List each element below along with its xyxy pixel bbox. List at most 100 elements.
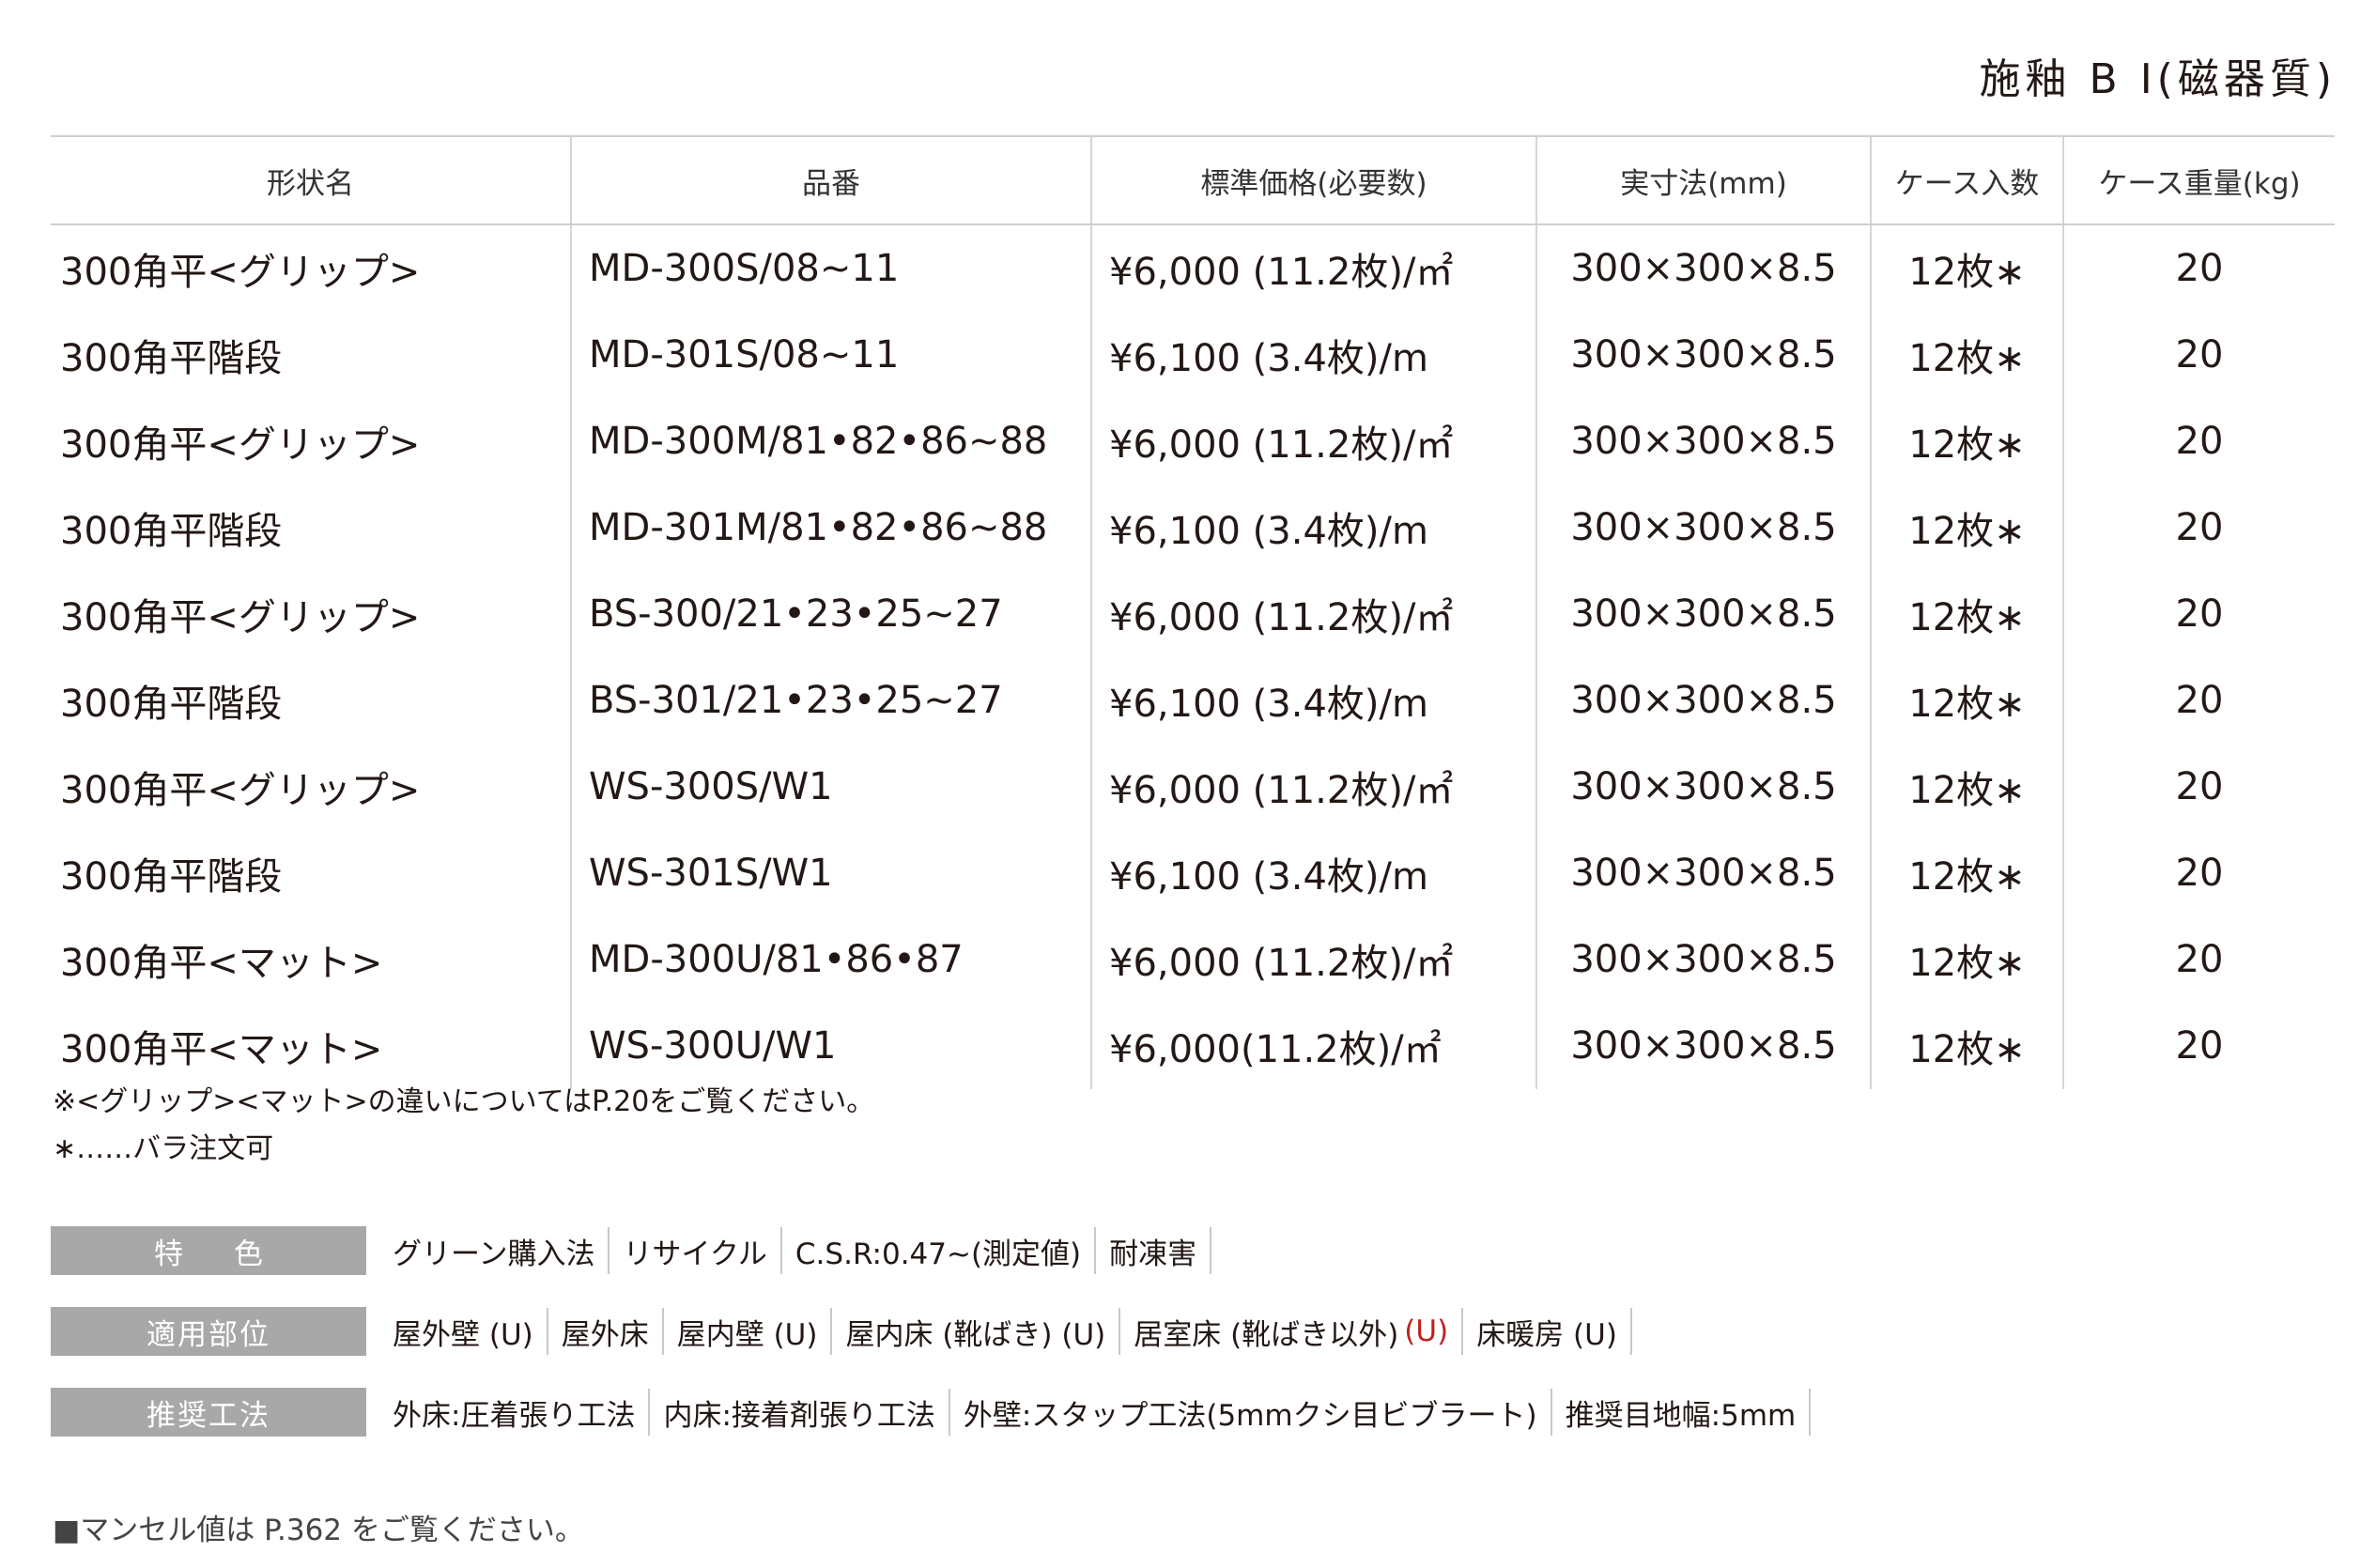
cell-product-code: MD-301S/08~11	[570, 312, 1091, 398]
col-header-case-qty: ケース入数	[1870, 135, 2063, 225]
col-header-shape-name: 形状名	[51, 135, 571, 225]
cell-product-code: WS-301S/W1	[570, 830, 1091, 916]
cell-case-qty: 12枚∗	[1870, 1003, 2063, 1089]
cell-case-weight: 20	[2062, 657, 2335, 744]
method-item: 内床:接着剤張り工法	[650, 1389, 950, 1436]
application-item: 屋内床 (靴ばき) (U)	[832, 1308, 1121, 1355]
methods-row: 推奨工法 外床:圧着張り工法 内床:接着剤張り工法 外壁:スタップ工法(5mmク…	[51, 1388, 1812, 1437]
cell-shape-name: 300角平階段	[60, 337, 283, 380]
cell-case-weight: 20	[2062, 916, 2335, 1003]
table-header-row: 形状名 品番 標準価格(必要数) 実寸法(mm) ケース入数 ケース重量(kg)	[51, 135, 2335, 225]
cell-shape-name: 300角平<グリップ>	[60, 251, 421, 294]
cell-case-qty: 12枚∗	[1870, 657, 2063, 744]
cell-product-code: MD-301M/81•82•86~88	[570, 484, 1091, 571]
cell-shape-name: 300角平<マット>	[60, 1028, 383, 1071]
cell-case-qty: 12枚∗	[1870, 744, 2063, 830]
cell-case-qty: 12枚∗	[1870, 312, 2063, 398]
application-item-residential-floor: 居室床 (靴ばき以外) (U)	[1120, 1308, 1464, 1355]
cell-product-code: MD-300S/08~11	[570, 224, 1091, 312]
col-header-size: 実寸法(mm)	[1535, 135, 1871, 225]
cell-size: 300×300×8.5	[1535, 398, 1871, 484]
col-header-product-code: 品番	[570, 135, 1091, 225]
cell-case-weight: 20	[2062, 830, 2335, 916]
feature-item: 耐凍害	[1096, 1227, 1212, 1274]
col-header-case-weight: ケース重量(kg)	[2062, 135, 2335, 225]
cell-case-weight: 20	[2062, 571, 2335, 657]
table-row: 300角平階段 MD-301M/81•82•86~88 ¥6,100 (3.4枚…	[51, 484, 2335, 571]
cell-size: 300×300×8.5	[1535, 312, 1871, 398]
cell-size: 300×300×8.5	[1535, 916, 1871, 1003]
cell-price: ¥6,100 (3.4枚)/m	[1090, 312, 1536, 398]
table-row: 300角平<マット> WS-300U/W1 ¥6,000(11.2枚)/㎡ 30…	[51, 1003, 2335, 1089]
cell-price: ¥6,100 (3.4枚)/m	[1090, 657, 1536, 744]
cell-product-code: MD-300M/81•82•86~88	[570, 398, 1091, 484]
table-row: 300角平<グリップ> MD-300S/08~11 ¥6,000 (11.2枚)…	[51, 224, 2335, 312]
cell-case-qty: 12枚∗	[1870, 224, 2063, 312]
cell-product-code: WS-300U/W1	[570, 1003, 1091, 1089]
cell-case-weight: 20	[2062, 1003, 2335, 1089]
cell-size: 300×300×8.5	[1535, 484, 1871, 571]
table-row: 300角平<グリップ> WS-300S/W1 ¥6,000 (11.2枚)/㎡ …	[51, 744, 2335, 830]
cell-product-code: BS-300/21•23•25~27	[570, 571, 1091, 657]
cell-case-qty: 12枚∗	[1870, 830, 2063, 916]
cell-price: ¥6,000 (11.2枚)/㎡	[1090, 224, 1536, 312]
cell-case-weight: 20	[2062, 312, 2335, 398]
method-item: 推奨目地幅:5mm	[1552, 1389, 1812, 1436]
cell-case-weight: 20	[2062, 398, 2335, 484]
cell-price: ¥6,000 (11.2枚)/㎡	[1090, 744, 1536, 830]
cell-shape-name: 300角平階段	[60, 510, 283, 553]
method-item: 外壁:スタップ工法(5mmクシ目ビブラート)	[950, 1389, 1552, 1436]
application-item: 屋内壁 (U)	[664, 1308, 833, 1355]
table-row: 300角平<マット> MD-300U/81•86•87 ¥6,000 (11.2…	[51, 916, 2335, 1003]
cell-case-weight: 20	[2062, 744, 2335, 830]
munsell-note: ■マンセル値は P.362 をご覧ください。	[53, 1514, 584, 1547]
u-mark-red: (U)	[1404, 1314, 1449, 1348]
application-item: 屋外壁 (U)	[379, 1308, 548, 1355]
cell-price: ¥6,000 (11.2枚)/㎡	[1090, 571, 1536, 657]
method-item: 外床:圧着張り工法	[379, 1389, 651, 1436]
cell-case-qty: 12枚∗	[1870, 484, 2063, 571]
cell-price: ¥6,000 (11.2枚)/㎡	[1090, 916, 1536, 1003]
note-grip-matte: ※<グリップ><マット>の違いについてはP.20をご覧ください。	[53, 1085, 875, 1118]
spec-table: 形状名 品番 標準価格(必要数) 実寸法(mm) ケース入数 ケース重量(kg)…	[51, 135, 2335, 1089]
note-bulk-order: ∗……バラ注文可	[53, 1132, 274, 1165]
cell-product-code: BS-301/21•23•25~27	[570, 657, 1091, 744]
table-row: 300角平階段 BS-301/21•23•25~27 ¥6,100 (3.4枚)…	[51, 657, 2335, 744]
table-row: 300角平階段 WS-301S/W1 ¥6,100 (3.4枚)/m 300×3…	[51, 830, 2335, 916]
cell-case-qty: 12枚∗	[1870, 916, 2063, 1003]
cell-size: 300×300×8.5	[1535, 224, 1871, 312]
cell-size: 300×300×8.5	[1535, 657, 1871, 744]
cell-case-qty: 12枚∗	[1870, 398, 2063, 484]
cell-size: 300×300×8.5	[1535, 1003, 1871, 1089]
cell-shape-name: 300角平階段	[60, 683, 283, 726]
applications-row: 適用部位 屋外壁 (U) 屋外床 屋内壁 (U) 屋内床 (靴ばき) (U) 居…	[51, 1307, 1632, 1356]
cell-size: 300×300×8.5	[1535, 571, 1871, 657]
cell-price: ¥6,000(11.2枚)/㎡	[1090, 1003, 1536, 1089]
col-header-price: 標準価格(必要数)	[1090, 135, 1536, 225]
cell-case-weight: 20	[2062, 484, 2335, 571]
feature-item: グリーン購入法	[379, 1227, 610, 1274]
cell-price: ¥6,100 (3.4枚)/m	[1090, 830, 1536, 916]
cell-size: 300×300×8.5	[1535, 830, 1871, 916]
cell-shape-name: 300角平<グリップ>	[60, 423, 421, 467]
table-row: 300角平階段 MD-301S/08~11 ¥6,100 (3.4枚)/m 30…	[51, 312, 2335, 398]
cell-case-qty: 12枚∗	[1870, 571, 2063, 657]
cell-size: 300×300×8.5	[1535, 744, 1871, 830]
cell-price: ¥6,000 (11.2枚)/㎡	[1090, 398, 1536, 484]
cell-product-code: MD-300U/81•86•87	[570, 916, 1091, 1003]
cell-shape-name: 300角平階段	[60, 855, 283, 899]
page-title: 施釉 B I(磁器質)	[1979, 55, 2337, 103]
application-item-label: 居室床 (靴ばき以外)	[1134, 1317, 1399, 1352]
feature-item: リサイクル	[609, 1227, 782, 1274]
features-label: 特色	[51, 1226, 366, 1275]
cell-shape-name: 300角平<グリップ>	[60, 769, 421, 812]
table-row: 300角平<グリップ> BS-300/21•23•25~27 ¥6,000 (1…	[51, 571, 2335, 657]
application-item: 床暖房 (U)	[1463, 1308, 1632, 1355]
methods-label: 推奨工法	[51, 1388, 366, 1437]
cell-product-code: WS-300S/W1	[570, 744, 1091, 830]
applications-label: 適用部位	[51, 1307, 366, 1356]
features-row: 特色 グリーン購入法 リサイクル C.S.R:0.47~(測定値) 耐凍害	[51, 1226, 1212, 1275]
cell-price: ¥6,100 (3.4枚)/m	[1090, 484, 1536, 571]
application-item: 屋外床	[548, 1308, 664, 1355]
cell-case-weight: 20	[2062, 224, 2335, 312]
